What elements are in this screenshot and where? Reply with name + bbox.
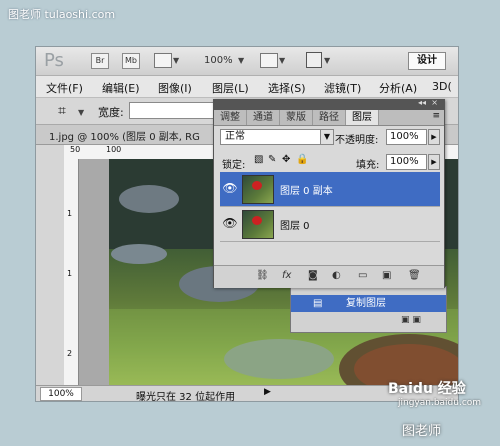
fill-slider-button[interactable]: ▶	[428, 154, 440, 170]
lock-label: 锁定:	[222, 160, 246, 171]
fill-label: 填充:	[356, 160, 380, 171]
width-label: 宽度:	[98, 106, 124, 119]
screen-mode-button[interactable]	[306, 52, 322, 68]
layer-row[interactable]: 👁 图层 0 副本	[220, 172, 440, 207]
width-input[interactable]	[129, 102, 215, 119]
menu-image[interactable]: 图像(I)	[158, 80, 192, 96]
menu-layer[interactable]: 图层(L)	[212, 80, 249, 96]
opacity-label: 不透明度:	[335, 135, 379, 146]
site-watermark: 图老师	[402, 424, 442, 439]
new-layer-icon[interactable]: ▣	[382, 270, 391, 281]
panel-menu-icon[interactable]: ≡	[432, 111, 440, 121]
eye-icon[interactable]: 👁	[222, 215, 238, 231]
bridge-button[interactable]: Br	[91, 53, 109, 69]
menu-filter[interactable]: 滤镜(T)	[324, 80, 361, 96]
tab-adjustments[interactable]: 调整	[214, 110, 247, 125]
pasteboard	[79, 159, 109, 395]
document-icon: ▤	[313, 298, 323, 309]
menu-3d[interactable]: 3D(	[432, 80, 452, 93]
tab-channels[interactable]: 通道	[247, 110, 280, 125]
menu-analysis[interactable]: 分析(A)	[379, 80, 417, 96]
ruler-label: 50	[70, 145, 81, 154]
close-icon[interactable]: ×	[431, 98, 438, 107]
lock-transparent-icon[interactable]: ▧	[254, 154, 263, 165]
chevron-down-icon: ▼	[238, 56, 245, 65]
panel-tabs: 调整 通道 蒙版 路径 图层 ≡	[214, 110, 444, 126]
panel-header: ◂◂ ×	[214, 98, 444, 110]
document-title: 1.jpg @ 100% (图层 0 副本, RG	[49, 132, 200, 143]
history-item[interactable]: ▤ 复制图层	[291, 295, 446, 312]
tab-masks[interactable]: 蒙版	[280, 110, 313, 125]
eye-icon[interactable]: 👁	[222, 180, 238, 196]
opacity-input[interactable]: 100%	[386, 129, 427, 145]
watermark-top: 图老师 tulaoshi.com	[8, 8, 116, 21]
baidu-url-watermark: jingyan.baidu.com	[398, 398, 482, 408]
chevron-down-icon: ▼	[324, 56, 331, 65]
menu-bar: 文件(F) 编辑(E) 图像(I) 图层(L) 选择(S) 滤镜(T) 分析(A…	[36, 76, 458, 98]
ruler-label: 1	[67, 209, 73, 218]
layer-thumbnail	[242, 175, 274, 204]
fx-icon[interactable]: fx	[282, 270, 291, 281]
workspace-design-button[interactable]: 设计	[408, 52, 446, 70]
view-extras-button[interactable]	[154, 53, 172, 68]
layer-name: 图层 0	[280, 221, 310, 232]
new-snapshot-icon[interactable]: ▣ ▣	[401, 315, 421, 325]
crop-tool-icon[interactable]: ⌗	[58, 103, 66, 119]
chevron-down-icon: ▼	[279, 56, 286, 65]
ruler-label: 2	[67, 349, 73, 358]
lock-all-icon[interactable]: 🔒	[296, 154, 308, 165]
ruler-label: 1	[67, 269, 73, 278]
status-text: 曝光只在 32 位起作用	[136, 392, 236, 402]
lock-position-icon[interactable]: ✥	[282, 154, 290, 165]
chevron-down-icon: ▼	[173, 56, 180, 65]
collapse-icon[interactable]: ◂◂	[418, 98, 426, 107]
trash-icon[interactable]: 🗑	[408, 270, 421, 281]
vertical-ruler: 1 1 2	[64, 159, 79, 395]
ruler-label: 100	[106, 145, 122, 154]
ps-logo: Ps	[44, 50, 64, 71]
tab-layers[interactable]: 图层	[346, 110, 379, 125]
baidu-watermark: Baidu 经验	[388, 381, 466, 397]
menu-file[interactable]: 文件(F)	[46, 80, 83, 96]
blend-mode-select[interactable]: 正常 ▼	[220, 129, 334, 145]
adjustment-layer-icon[interactable]: ◐	[332, 270, 341, 281]
layer-thumbnail	[242, 210, 274, 239]
history-item-label: 复制图层	[346, 298, 386, 309]
mini-bridge-button[interactable]: Mb	[122, 53, 140, 69]
status-zoom-field[interactable]: 100%	[40, 387, 82, 401]
zoom-level-select[interactable]: 100%	[204, 55, 233, 66]
history-panel: ▤ 复制图层 ▣ ▣	[290, 286, 447, 333]
arrange-documents-button[interactable]	[260, 53, 278, 68]
menu-select[interactable]: 选择(S)	[268, 80, 306, 96]
new-group-icon[interactable]: ▭	[358, 270, 367, 281]
chevron-down-icon: ▼	[78, 108, 85, 117]
fill-input[interactable]: 100%	[386, 154, 427, 170]
application-bar: Ps Br Mb ▼ 100% ▼ ▼ ▼ 设计	[36, 47, 458, 76]
tab-paths[interactable]: 路径	[313, 110, 346, 125]
opacity-slider-button[interactable]: ▶	[428, 129, 440, 145]
blend-mode-value: 正常	[225, 131, 245, 142]
play-icon[interactable]: ▶	[264, 387, 271, 397]
chevron-down-icon: ▼	[320, 130, 333, 144]
add-mask-icon[interactable]: ◙	[308, 270, 318, 281]
menu-edit[interactable]: 编辑(E)	[102, 80, 140, 96]
layers-panel: ◂◂ × 调整 通道 蒙版 路径 图层 ≡ 正常 ▼ 不透明度: 100% ▶ …	[213, 98, 445, 288]
layer-row[interactable]: 👁 图层 0	[220, 207, 440, 242]
panel-footer: ⛓ fx ◙ ◐ ▭ ▣ 🗑	[214, 265, 444, 288]
lock-pixels-icon[interactable]: ✎	[268, 154, 276, 165]
layer-name: 图层 0 副本	[280, 186, 333, 197]
link-layers-icon[interactable]: ⛓	[256, 270, 269, 281]
